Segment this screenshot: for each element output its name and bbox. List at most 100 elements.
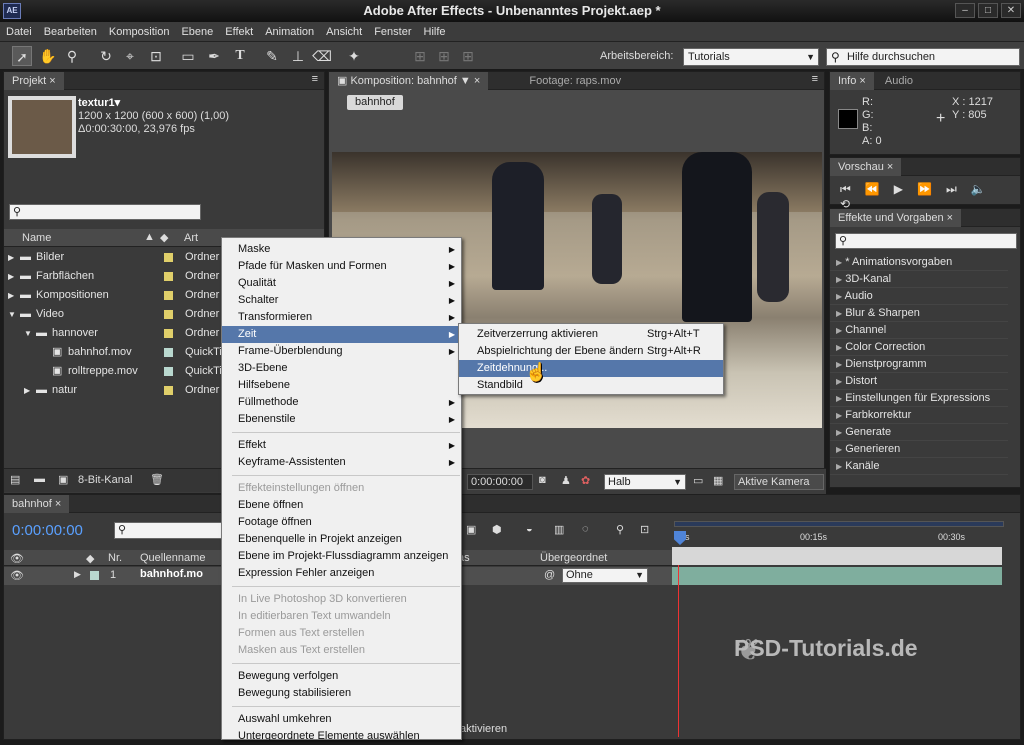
project-row[interactable]: ▼ ▬ Video Ordner — [4, 305, 224, 324]
effects-category[interactable]: ▶ Farbkorrektur — [830, 407, 1008, 424]
expand-right-icon[interactable]: ▶ — [8, 286, 14, 305]
menu-bearbeiten[interactable]: Bearbeiten — [38, 26, 103, 38]
label-color[interactable] — [164, 348, 173, 357]
tab-effects[interactable]: Effekte und Vorgaben × — [830, 209, 962, 227]
effects-category[interactable]: ▶ * Animationsvorgaben — [830, 254, 1008, 271]
clone-stamp-tool-icon[interactable]: ⊥ — [288, 46, 308, 66]
channel-icon[interactable]: ✿ — [581, 474, 590, 487]
new-folder-icon[interactable]: ▬ — [34, 473, 45, 485]
last-frame-icon[interactable]: ⏭ — [946, 182, 971, 196]
context-menu-item[interactable]: Expression Fehler anzeigen — [222, 565, 461, 582]
effects-category[interactable]: ▶ Generieren — [830, 441, 1008, 458]
new-comp-icon[interactable]: ▣ — [58, 473, 68, 486]
interpret-footage-icon[interactable]: ▤ — [10, 473, 20, 486]
col-name[interactable]: Name — [22, 232, 51, 244]
selection-tool-icon[interactable]: ➚ — [12, 46, 32, 66]
tab-footage[interactable]: Footage: raps.mov — [521, 72, 629, 90]
context-menu-item[interactable]: Effekt ▶ — [222, 437, 461, 454]
context-menu-item[interactable]: Auswahl umkehren — [222, 711, 461, 728]
menu-ansicht[interactable]: Ansicht — [320, 26, 368, 38]
first-frame-icon[interactable]: ⏮ — [840, 182, 865, 196]
tab-info[interactable]: Info × — [830, 72, 874, 90]
maximize-icon[interactable]: □ — [978, 3, 998, 18]
col-source-name[interactable]: Quellenname — [140, 552, 205, 564]
shy-layers-icon[interactable]: ⬢ — [492, 523, 502, 536]
context-menu-item[interactable]: Ebene öffnen — [222, 497, 461, 514]
comp-flowchart-icon[interactable]: ⊡ — [640, 523, 649, 536]
comp-timecode[interactable]: 0:00:00:00 — [467, 474, 533, 490]
project-row[interactable]: ▶ ▬ Farbflächen Ordner — [4, 267, 224, 286]
project-row[interactable]: ▶ ▬ Bilder Ordner — [4, 248, 224, 267]
pen-tool-icon[interactable]: ✒ — [204, 46, 224, 66]
hand-tool-icon[interactable]: ✋ — [38, 46, 58, 66]
expand-right-icon[interactable]: ▶ — [8, 248, 14, 267]
context-menu-item[interactable]: Transformieren ▶ — [222, 309, 461, 326]
expand-down-icon[interactable]: ▼ — [24, 324, 32, 343]
context-menu-item[interactable]: Untergeordnete Elemente auswählen — [222, 728, 461, 745]
panel-menu-icon[interactable]: ≡ — [312, 73, 318, 85]
effects-category[interactable]: ▶ Kanäle — [830, 458, 1008, 475]
submenu-item[interactable]: Zeitdehnung... — [459, 360, 723, 377]
audio-icon[interactable]: 🔈 — [971, 182, 1000, 196]
effects-search-input[interactable]: ⚲ — [835, 233, 1017, 249]
effects-category[interactable]: ▶ Color Correction — [830, 339, 1008, 356]
menu-effekt[interactable]: Effekt — [219, 26, 259, 38]
next-frame-icon[interactable]: ⏩ — [917, 182, 946, 196]
context-menu-item[interactable]: Bewegung verfolgen — [222, 668, 461, 685]
submenu-item[interactable]: Zeitverzerrung aktivieren Strg+Alt+T — [459, 326, 723, 343]
context-menu-item[interactable]: Schalter ▶ — [222, 292, 461, 309]
expand-arrow-icon[interactable]: ▶ — [74, 569, 81, 580]
tab-preview[interactable]: Vorschau × — [830, 158, 902, 176]
puppet-tool-icon[interactable]: ✦ — [344, 46, 364, 66]
context-menu-item[interactable]: Footage öffnen — [222, 514, 461, 531]
timeline-timecode[interactable]: 0:00:00:00 — [12, 522, 83, 539]
project-search-input[interactable]: ⚲ — [9, 204, 201, 220]
context-menu-item[interactable]: Ebene im Projekt-Flussdiagramm anzeigen — [222, 548, 461, 565]
region-of-interest-icon[interactable]: ▭ — [693, 474, 703, 487]
camera-select[interactable]: Aktive Kamera — [734, 474, 824, 490]
context-menu-item[interactable]: Keyframe-Assistenten ▶ — [222, 454, 461, 471]
expand-down-icon[interactable]: ▼ — [8, 305, 16, 324]
menu-hilfe[interactable]: Hilfe — [418, 26, 452, 38]
tab-audio[interactable]: Audio — [877, 72, 921, 90]
context-menu-item[interactable]: Maske ▶ — [222, 241, 461, 258]
tab-project[interactable]: Projekt × — [4, 72, 64, 90]
project-row[interactable]: ▼ ▬ hannover Ordner — [4, 324, 224, 343]
submenu-item[interactable]: Abspielrichtung der Ebene ändern Strg+Alt… — [459, 343, 723, 360]
context-menu-item[interactable]: Qualität ▶ — [222, 275, 461, 292]
work-area-bar[interactable] — [674, 521, 1004, 527]
project-row[interactable]: ▶ ▬ Kompositionen Ordner — [4, 286, 224, 305]
camera-tool-icon[interactable]: ⌖ — [120, 46, 140, 66]
effects-category[interactable]: ▶ Dienstprogramm — [830, 356, 1008, 373]
comp-navigator-chip[interactable]: bahnhof — [347, 95, 403, 110]
tab-timeline[interactable]: bahnhof × — [4, 495, 70, 513]
effects-category[interactable]: ▶ Channel — [830, 322, 1008, 339]
effects-category[interactable]: ▶ Einstellungen für Expressions — [830, 390, 1008, 407]
label-color[interactable] — [164, 329, 173, 338]
close-icon[interactable]: ✕ — [1001, 3, 1021, 18]
draft-3d-icon[interactable]: ▣ — [466, 523, 476, 536]
text-tool-icon[interactable]: T — [230, 46, 250, 66]
expand-right-icon[interactable]: ▶ — [8, 267, 14, 286]
resolution-select[interactable]: Halb ▼ — [604, 474, 686, 490]
context-menu-item[interactable]: Zeit ▶ — [222, 326, 461, 343]
label-color[interactable] — [164, 367, 173, 376]
label-color[interactable] — [164, 386, 173, 395]
timeline-search-input[interactable]: ⚲ — [114, 522, 222, 539]
brush-tool-icon[interactable]: ✎ — [262, 46, 282, 66]
label-color[interactable] — [164, 291, 173, 300]
pan-behind-tool-icon[interactable]: ⊡ — [146, 46, 166, 66]
menu-ebene[interactable]: Ebene — [175, 26, 219, 38]
minimize-icon[interactable]: – — [955, 3, 975, 18]
context-menu-item[interactable]: Füllmethode ▶ — [222, 394, 461, 411]
trash-icon[interactable]: 🗑 — [150, 473, 164, 486]
context-menu-item[interactable]: Hilfsebene — [222, 377, 461, 394]
bpc-label[interactable]: 8-Bit-Kanal — [78, 474, 132, 486]
frame-blending-icon[interactable]: ◒ — [526, 523, 533, 535]
effects-category[interactable]: ▶ Distort — [830, 373, 1008, 390]
context-menu-item[interactable]: Ebenenquelle in Projekt anzeigen — [222, 531, 461, 548]
effects-category[interactable]: ▶ 3D-Kanal — [830, 271, 1008, 288]
context-menu-item[interactable]: 3D-Ebene — [222, 360, 461, 377]
menu-fenster[interactable]: Fenster — [368, 26, 417, 38]
brainstorm-icon[interactable]: ⚲ — [616, 523, 624, 536]
